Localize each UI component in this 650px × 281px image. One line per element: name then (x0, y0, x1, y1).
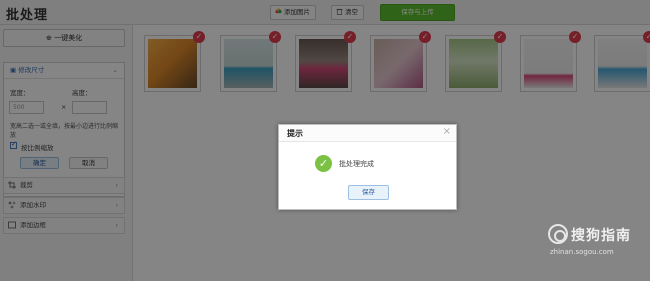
sogou-logo-icon (548, 224, 568, 244)
dialog-title: 提示 (287, 129, 303, 138)
dialog-message: 批处理完成 (339, 160, 374, 168)
watermark-brand: 搜狗指南 (571, 228, 631, 244)
dialog-save-button[interactable]: 保存 (348, 185, 389, 200)
batch-complete-dialog: 提示 × ✓ 批处理完成 保存 (278, 124, 457, 210)
dialog-header: 提示 × (279, 125, 456, 142)
watermark-url: zhinan.sogou.com (550, 248, 614, 256)
close-icon[interactable]: × (443, 126, 451, 137)
success-check-icon: ✓ (315, 155, 332, 172)
